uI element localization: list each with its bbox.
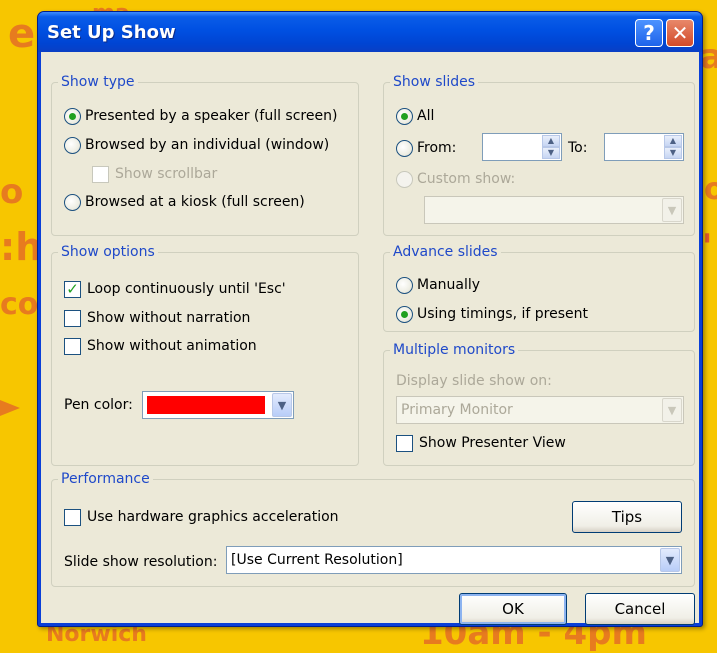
resolution-value: [Use Current Resolution] [231, 552, 403, 568]
checkbox-label: Use hardware graphics acceleration [87, 509, 339, 525]
title-bar[interactable]: Set Up Show ? ✕ [38, 12, 702, 52]
resolution-label: Slide show resolution: [64, 554, 218, 570]
checkbox-show-scrollbar: Show scrollbar [92, 164, 217, 184]
show-type-group: Show type Presented by a speaker (full s… [51, 74, 359, 236]
radio-empty-icon [396, 139, 413, 157]
checkbox-presenter-view[interactable]: Show Presenter View [396, 433, 566, 453]
checkbox-icon [64, 508, 81, 526]
radio-label: Presented by a speaker (full screen) [85, 108, 338, 124]
radio-label: All [417, 108, 435, 124]
chevron-down-icon: ▼ [662, 198, 682, 222]
advance-slides-group: Advance slides Manually Using timings, i… [383, 244, 695, 332]
pen-color-swatch [147, 396, 265, 414]
radio-presented-by-speaker[interactable]: Presented by a speaker (full screen) [64, 106, 337, 126]
dialog-title: Set Up Show [47, 22, 176, 43]
display-on-label: Display slide show on: [396, 373, 552, 389]
radio-selected-icon [396, 305, 413, 323]
checkbox-icon [396, 434, 413, 452]
radio-manually[interactable]: Manually [396, 275, 480, 295]
checkbox-label: Show without animation [87, 338, 257, 354]
radio-from[interactable]: From: [396, 138, 456, 158]
checkbox-without-animation[interactable]: Show without animation [64, 336, 257, 356]
cancel-button[interactable]: Cancel [585, 593, 695, 625]
multiple-monitors-group: Multiple monitors Display slide show on:… [383, 342, 695, 466]
show-options-group: Show options ✓ Loop continuously until '… [51, 244, 359, 466]
checkbox-loop-continuously[interactable]: ✓ Loop continuously until 'Esc' [64, 279, 286, 299]
close-icon: ✕ [671, 21, 689, 45]
check-icon: ✓ [64, 280, 81, 298]
background-text-left: Norwich [46, 622, 147, 647]
chevron-down-icon: ▼ [662, 398, 682, 422]
radio-disabled-icon [396, 170, 413, 188]
checkbox-label: Show Presenter View [419, 435, 566, 451]
radio-all-slides[interactable]: All [396, 106, 434, 126]
checkbox-label: Loop continuously until 'Esc' [87, 281, 286, 297]
radio-browsed-at-kiosk[interactable]: Browsed at a kiosk (full screen) [64, 192, 305, 212]
radio-browsed-by-individual[interactable]: Browsed by an individual (window) [64, 135, 329, 155]
performance-legend: Performance [58, 471, 153, 487]
checkbox-label: Show scrollbar [115, 166, 218, 182]
checkbox-hardware-acceleration[interactable]: Use hardware graphics acceleration [64, 507, 339, 527]
help-button[interactable]: ? [635, 19, 663, 47]
checkbox-icon [92, 165, 109, 183]
radio-using-timings[interactable]: Using timings, if present [396, 304, 588, 324]
dialog-body: Show type Presented by a speaker (full s… [41, 52, 699, 625]
checkbox-icon [64, 309, 81, 327]
set-up-show-dialog: Set Up Show ? ✕ Show type Presented by a… [37, 11, 703, 627]
radio-empty-icon [396, 276, 413, 294]
radio-label: Manually [417, 277, 481, 293]
show-slides-group: Show slides All From: ▲ ▼ To: ▲ ▼ Custom s… [383, 74, 695, 236]
radio-label: Browsed by an individual (window) [85, 137, 330, 153]
to-spinner[interactable]: ▲ ▼ [604, 133, 684, 161]
radio-empty-icon [64, 193, 81, 211]
advance-slides-legend: Advance slides [390, 244, 501, 260]
radio-selected-icon [64, 107, 81, 125]
radio-custom-show: Custom show: [396, 169, 515, 189]
chevron-down-icon[interactable]: ▼ [660, 548, 680, 572]
show-options-legend: Show options [58, 244, 158, 260]
display-monitor-value: Primary Monitor [401, 402, 513, 418]
resolution-dropdown[interactable]: [Use Current Resolution] ▼ [226, 546, 682, 574]
multiple-monitors-legend: Multiple monitors [390, 342, 519, 358]
show-type-legend: Show type [58, 74, 138, 90]
help-icon: ? [643, 21, 655, 45]
spin-up-icon[interactable]: ▲ [542, 135, 560, 147]
from-spinner[interactable]: ▲ ▼ [482, 133, 562, 161]
custom-show-dropdown: ▼ [424, 196, 684, 224]
tips-button[interactable]: Tips [572, 501, 682, 533]
show-slides-legend: Show slides [390, 74, 479, 90]
pen-color-dropdown[interactable]: ▼ [142, 391, 294, 419]
performance-group: Performance Use hardware graphics accele… [51, 471, 695, 587]
checkbox-label: Show without narration [87, 310, 251, 326]
radio-label: From: [417, 140, 457, 156]
pen-color-label: Pen color: [64, 397, 133, 413]
checkbox-icon [64, 337, 81, 355]
ok-button[interactable]: OK [459, 593, 567, 625]
radio-label: Custom show: [417, 171, 516, 187]
chevron-down-icon[interactable]: ▼ [272, 393, 292, 417]
to-label: To: [568, 140, 588, 156]
spin-down-icon[interactable]: ▼ [664, 147, 682, 159]
radio-empty-icon [64, 136, 81, 154]
display-monitor-dropdown: Primary Monitor ▼ [396, 396, 684, 424]
spin-down-icon[interactable]: ▼ [542, 147, 560, 159]
radio-label: Browsed at a kiosk (full screen) [85, 194, 305, 210]
radio-label: Using timings, if present [417, 306, 588, 322]
checkbox-without-narration[interactable]: Show without narration [64, 308, 250, 328]
close-button[interactable]: ✕ [666, 19, 694, 47]
radio-selected-icon [396, 107, 413, 125]
spin-up-icon[interactable]: ▲ [664, 135, 682, 147]
